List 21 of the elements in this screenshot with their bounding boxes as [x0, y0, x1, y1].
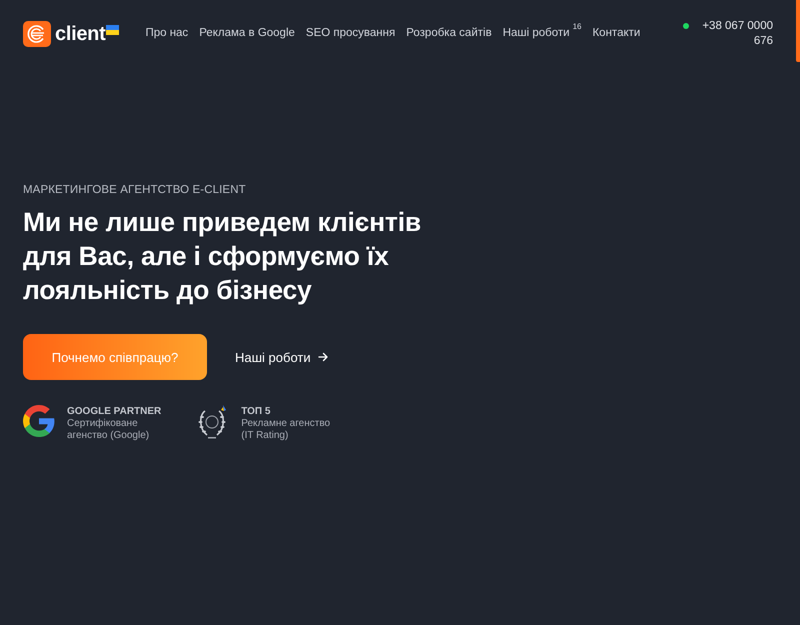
hero-eyebrow: МАРКЕТИНГОВЕ АГЕНТСТВО E-CLIENT	[23, 183, 247, 198]
nav-link[interactable]: Наші роботи	[502, 25, 570, 43]
our-works-link[interactable]: Наші роботи	[235, 348, 328, 367]
nav-link[interactable]: SEO просування	[306, 25, 396, 43]
nav-link[interactable]: Розробка сайтів	[406, 25, 492, 43]
arrow-right-icon	[318, 352, 328, 362]
badge-title: GOOGLE PARTNER	[67, 405, 162, 418]
nav-link[interactable]: Контакти	[592, 25, 640, 43]
phone-link[interactable]: +38 067 0000 676	[695, 19, 773, 49]
badge-description: Сертифіковане агенство (Google)	[67, 418, 150, 442]
nav-count: 16	[572, 21, 582, 33]
nav-link[interactable]: Реклама в Google	[199, 25, 295, 43]
google-g-icon	[23, 405, 55, 438]
hero-heading: Ми не лише приведем клієнтів для Вас, але і сформуємо їх лояльність до бізнесу	[23, 206, 422, 308]
badge-title: ТОП 5	[241, 405, 272, 418]
nav-link[interactable]: Про нас	[145, 25, 188, 43]
flag-icon	[106, 25, 120, 35]
badge-description: Рекламне агенство (IT Rating)	[241, 418, 332, 442]
edge-tab[interactable]	[796, 0, 800, 62]
logo-icon	[23, 21, 51, 47]
logo-link[interactable]: client	[23, 21, 120, 47]
